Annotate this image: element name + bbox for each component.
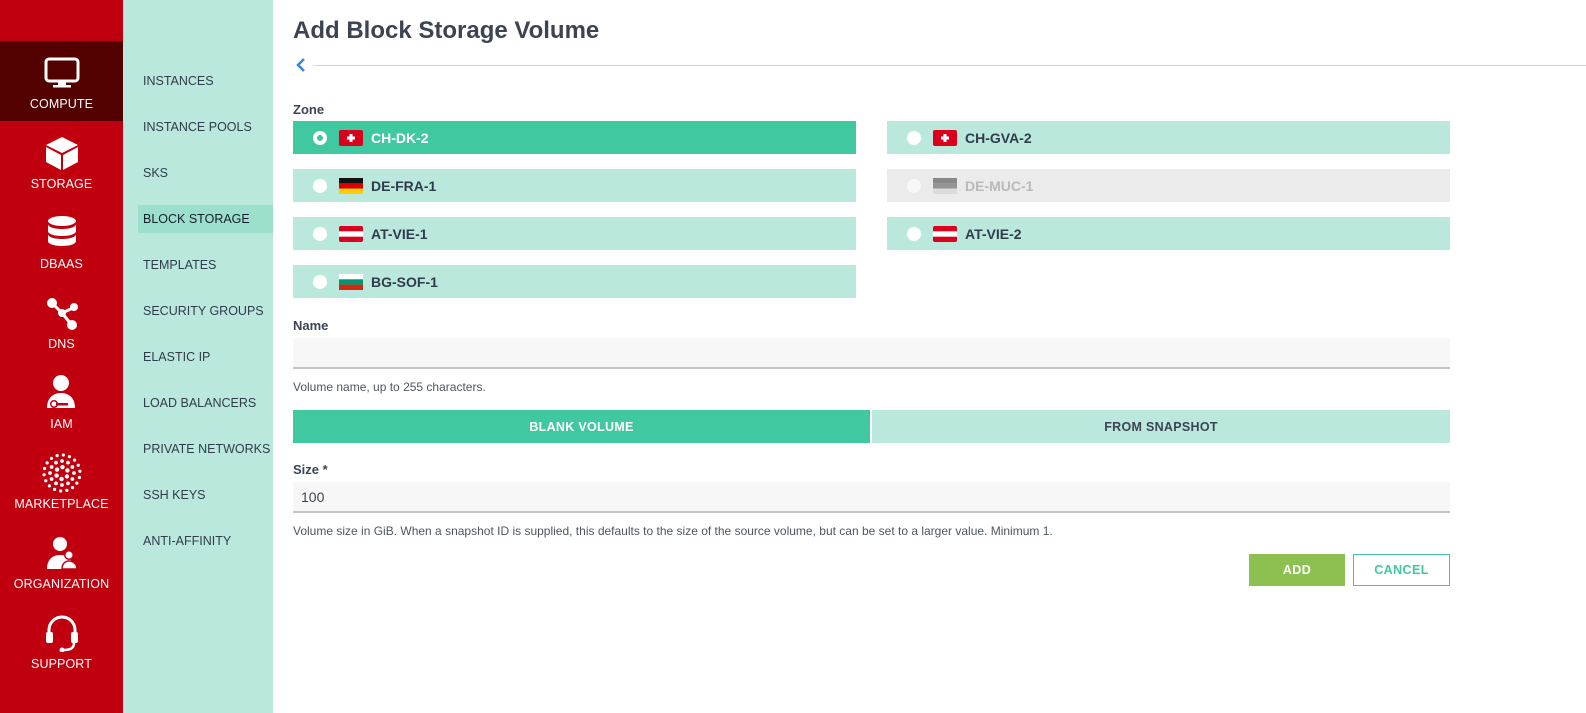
radio-unselected[interactable]: [313, 274, 327, 289]
nav-compute[interactable]: COMPUTE: [0, 41, 123, 121]
size-label: Size *: [293, 462, 328, 477]
switzerland-flag-icon: [339, 129, 363, 146]
subnav-item-instances[interactable]: INSTANCES: [138, 67, 273, 95]
zone-name: AT-VIE-1: [371, 225, 428, 242]
zone-option-bg-sof-1[interactable]: BG-SOF-1: [293, 265, 856, 298]
austria-flag-icon: [339, 225, 363, 242]
organization-icon: [42, 533, 82, 573]
divider: [313, 65, 1586, 66]
subnav-item-templates[interactable]: TEMPLATES: [138, 251, 273, 279]
burst-icon: [41, 453, 82, 493]
nav-storage[interactable]: STORAGE: [0, 121, 123, 201]
zone-label: Zone: [293, 102, 325, 117]
monitor-icon: [42, 53, 82, 93]
primary-nav: COMPUTE STORAGE DBAAS DNS IAM MARKETPLAC…: [0, 0, 123, 713]
box-icon: [42, 133, 82, 173]
switzerland-flag-icon: [933, 129, 957, 146]
main-content: Add Block Storage Volume Zone CH-DK-2 CH…: [293, 0, 1586, 713]
subnav-item-private-networks[interactable]: PRIVATE NETWORKS: [138, 435, 273, 463]
compute-subnav: INSTANCES INSTANCE POOLS SKS BLOCK STORA…: [123, 0, 273, 713]
radio-selected[interactable]: [313, 130, 327, 145]
zone-option-de-muc-1: DE-MUC-1: [887, 169, 1450, 202]
zone-option-at-vie-2[interactable]: AT-VIE-2: [887, 217, 1450, 250]
nav-label: DNS: [48, 337, 75, 351]
radio-unselected[interactable]: [907, 130, 921, 145]
austria-flag-icon: [933, 225, 957, 242]
subnav-item-sks[interactable]: SKS: [138, 159, 273, 187]
nav-organization[interactable]: ORGANIZATION: [0, 521, 123, 601]
subnav-item-elastic-ip[interactable]: ELASTIC IP: [138, 343, 273, 371]
subnav-item-load-balancers[interactable]: LOAD BALANCERS: [138, 389, 273, 417]
nav-label: COMPUTE: [29, 97, 94, 111]
user-key-icon: [42, 373, 82, 413]
nav-label: IAM: [50, 417, 73, 431]
name-label: Name: [293, 318, 329, 333]
zone-name: CH-GVA-2: [965, 129, 1032, 146]
nav-marketplace[interactable]: MARKETPLACE: [0, 441, 123, 521]
zone-option-ch-gva-2[interactable]: CH-GVA-2: [887, 121, 1450, 154]
add-button[interactable]: ADD: [1249, 554, 1345, 586]
germany-flag-icon: [933, 177, 957, 194]
bulgaria-flag-icon: [339, 273, 363, 290]
radio-unselected[interactable]: [313, 226, 327, 241]
subnav-item-block-storage[interactable]: BLOCK STORAGE: [138, 205, 273, 233]
name-input[interactable]: [293, 338, 1450, 369]
zone-name: DE-MUC-1: [965, 177, 1034, 194]
nav-iam[interactable]: IAM: [0, 361, 123, 441]
size-input[interactable]: [293, 482, 1450, 513]
blank-volume-tab[interactable]: BLANK VOLUME: [293, 410, 870, 443]
zone-name: AT-VIE-2: [965, 225, 1022, 242]
page-title: Add Block Storage Volume: [293, 17, 600, 44]
nav-label: DBAAS: [40, 257, 83, 271]
nav-dbaas[interactable]: DBAAS: [0, 201, 123, 281]
cancel-button[interactable]: CANCEL: [1353, 554, 1450, 586]
name-help-text: Volume name, up to 255 characters.: [293, 380, 486, 394]
zone-option-at-vie-1[interactable]: AT-VIE-1: [293, 217, 856, 250]
germany-flag-icon: [339, 177, 363, 194]
zone-option-de-fra-1[interactable]: DE-FRA-1: [293, 169, 856, 202]
radio-disabled: [907, 178, 921, 193]
nav-dns[interactable]: DNS: [0, 281, 123, 361]
subnav-item-security-groups[interactable]: SECURITY GROUPS: [138, 297, 273, 325]
size-help-text: Volume size in GiB. When a snapshot ID i…: [293, 524, 1053, 538]
nav-label: MARKETPLACE: [14, 497, 109, 511]
back-arrow-icon[interactable]: [293, 57, 309, 73]
zone-name: BG-SOF-1: [371, 273, 438, 290]
database-icon: [42, 213, 82, 253]
network-icon: [42, 293, 82, 333]
nav-label: STORAGE: [30, 177, 93, 191]
from-snapshot-tab[interactable]: FROM SNAPSHOT: [872, 410, 1450, 443]
zone-option-ch-dk-2[interactable]: CH-DK-2: [293, 121, 856, 154]
subnav-item-anti-affinity[interactable]: ANTI-AFFINITY: [138, 527, 273, 555]
radio-unselected[interactable]: [313, 178, 327, 193]
subnav-item-instance-pools[interactable]: INSTANCE POOLS: [138, 113, 273, 141]
zone-name: CH-DK-2: [371, 129, 429, 146]
nav-label: ORGANIZATION: [13, 577, 110, 591]
subnav-item-ssh-keys[interactable]: SSH KEYS: [138, 481, 273, 509]
nav-label: SUPPORT: [31, 657, 92, 671]
radio-unselected[interactable]: [907, 226, 921, 241]
headset-icon: [42, 613, 82, 653]
zone-name: DE-FRA-1: [371, 177, 437, 194]
nav-support[interactable]: SUPPORT: [0, 601, 123, 681]
